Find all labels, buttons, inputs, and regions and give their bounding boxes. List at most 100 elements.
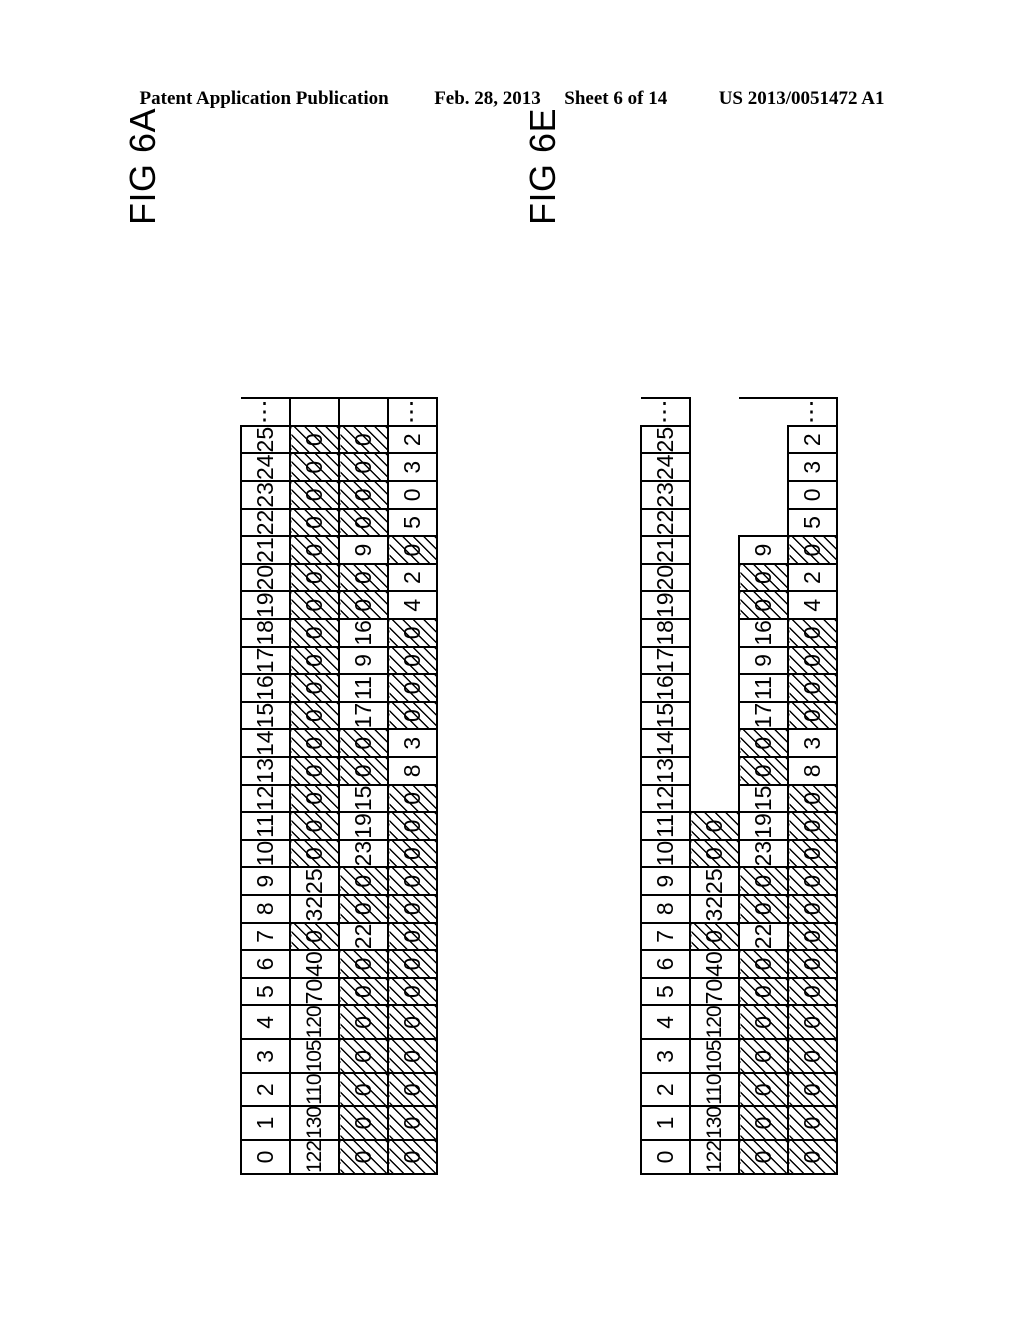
table-cell: 16 [739,619,788,647]
table-cell: 0 [788,1039,837,1074]
table-cell [339,397,388,426]
table-cell: 21 [241,536,290,564]
table-cell: 32 [690,894,739,923]
table-cell: 0 [788,701,837,730]
table-cell [690,784,739,813]
table-cell: 0 [290,508,339,537]
table-cell: 0 [739,1005,788,1040]
table-cell: 0 [290,619,339,647]
table-cell: 0 [788,1105,837,1140]
table-cell: 0 [290,591,339,620]
table-cell: 70 [290,977,339,1006]
table-cell: 19 [641,591,690,620]
table-cell: 0 [739,950,788,978]
table-cell: 22 [339,922,388,951]
table-cell: 0 [339,894,388,923]
table-cell: 0 [788,481,837,509]
table-cell: 0 [241,1139,290,1174]
table-cell: 17 [339,701,388,730]
table-cell: 11 [241,812,290,840]
table-cell: 2 [788,563,837,592]
table-cell [690,674,739,702]
table-cell: 0 [290,453,339,482]
table-cell: 14 [241,729,290,757]
table-cell: 105 [690,1039,739,1074]
table-cell: 10 [241,839,290,868]
table-cell: 0 [388,674,437,702]
table-cell [690,425,739,454]
table-cell: 19 [739,812,788,840]
table-cell: 0 [739,591,788,620]
table-cell: 110 [290,1073,339,1106]
table-cell: 0 [290,425,339,454]
table-cell: 0 [739,1139,788,1174]
table-cell: 3 [388,453,437,482]
table-cell: 0 [788,894,837,923]
table-cell: ⋮ [641,397,690,426]
table-cell: 16 [339,619,388,647]
publication-date: Feb. 28, 2013 [434,88,541,109]
table-cell: 0 [339,1039,388,1074]
table-cell: 0 [290,839,339,868]
table-cell: 0 [290,729,339,757]
table-cell: 23 [241,481,290,509]
table-cell: 0 [788,646,837,675]
figure-6a-table-wrapper: 0 1 2 3 4 5 6 7 8 9 10 11 12 13 14 15 16 17 18 19 20 21 22 23 24… [240,225,437,1175]
table-cell: 0 [388,812,437,840]
table-cell: 14 [641,729,690,757]
table-cell: 0 [339,977,388,1006]
table-cell: 0 [290,922,339,951]
table-cell: 0 [788,922,837,951]
table-row: 122 130 110 105 120 70 40 0 32 25 0 0 [690,397,739,1174]
table-cell: 24 [641,453,690,482]
table-cell: 4 [388,591,437,620]
table-row: 0 0 0 0 0 0 0 22 0 0 23 19 15 0 0 17 11 9 16 0 0 9 [739,397,788,1174]
table-cell: 0 [788,1139,837,1174]
table-cell: 0 [690,839,739,868]
table-cell: 0 [388,1073,437,1106]
table-cell: 0 [290,646,339,675]
table-cell [690,453,739,482]
table-cell: ⋮ [241,397,290,426]
table-cell: 4 [241,1005,290,1040]
table-cell: 20 [641,563,690,592]
table-cell [739,397,788,426]
table-cell: 13 [641,756,690,785]
table-cell: 21 [641,536,690,564]
table-cell: 25 [290,867,339,895]
figure-6a-table: 0 1 2 3 4 5 6 7 8 9 10 11 12 13 14 15 16 17 18 19 20 21 22 23 24… [240,397,438,1175]
table-cell [690,729,739,757]
table-cell: 13 [241,756,290,785]
table-cell: 0 [788,1073,837,1106]
table-cell: 0 [788,867,837,895]
table-cell: 12 [241,784,290,813]
table-cell: 11 [739,674,788,702]
table-cell: 0 [739,1105,788,1140]
table-cell [690,536,739,564]
table-cell: 0 [388,839,437,868]
table-cell: 0 [339,1005,388,1040]
table-cell: 8 [388,756,437,785]
table-cell: 0 [290,784,339,813]
table-cell: 3 [788,453,837,482]
figure-6e-table: 0 1 2 3 4 5 6 7 8 9 10 11 12 13 14 15 16 17 18 19 20 21 22 23 24… [640,397,838,1175]
table-cell: 130 [690,1105,739,1140]
table-cell: 8 [641,894,690,923]
table-cell: 5 [788,508,837,537]
table-cell: 23 [339,839,388,868]
table-cell: 0 [641,1139,690,1174]
table-cell: 15 [739,784,788,813]
table-cell [690,591,739,620]
table-cell: 16 [241,674,290,702]
table-cell: 18 [641,619,690,647]
table-cell: 0 [339,425,388,454]
table-cell: 0 [739,1073,788,1106]
table-cell: 3 [641,1039,690,1074]
table-cell: 17 [641,646,690,675]
table-cell: 0 [388,619,437,647]
table-cell: 0 [739,729,788,757]
table-cell: 24 [241,453,290,482]
table-cell: 8 [241,894,290,923]
table-cell: 1 [641,1105,690,1140]
table-cell: 0 [339,756,388,785]
